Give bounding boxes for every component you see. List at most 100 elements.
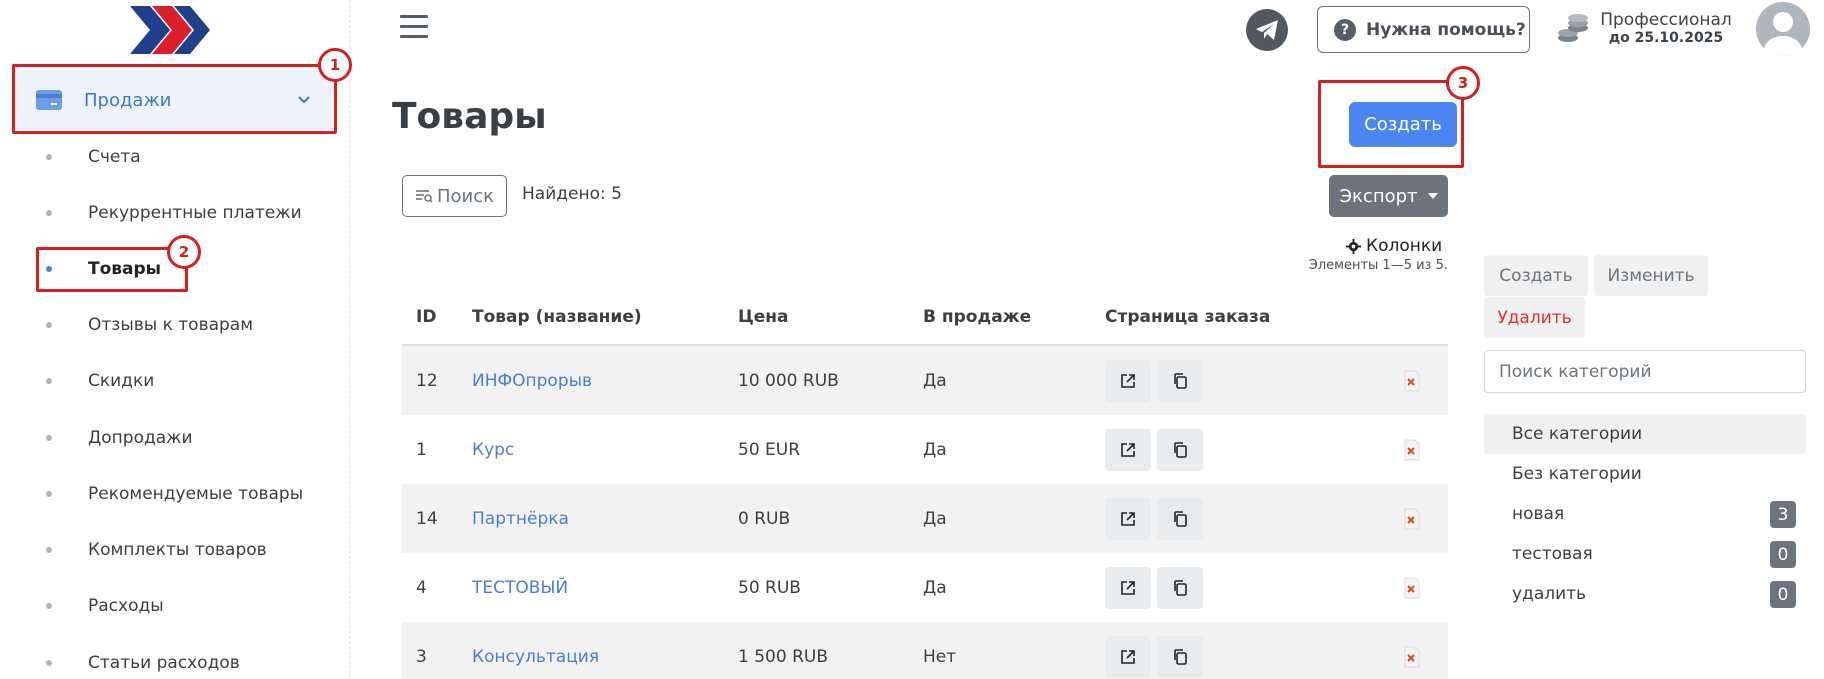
caret-down-icon — [1427, 193, 1438, 199]
cell-id: 1 — [416, 439, 427, 460]
bullet-icon — [46, 210, 52, 216]
cell-id: 4 — [416, 577, 427, 598]
products-table: ID Товар (название) Цена В продаже Стран… — [402, 290, 1448, 679]
create-product-button[interactable]: Создать — [1349, 102, 1457, 147]
cell-on-sale: Да — [923, 370, 947, 391]
category-label: тестовая — [1512, 544, 1593, 564]
product-link[interactable]: Партнёрка — [472, 509, 738, 529]
sidebar-item-invoices[interactable]: Счета — [0, 137, 340, 177]
edit-category-button[interactable]: Изменить — [1594, 255, 1708, 296]
create-category-button[interactable]: Создать — [1484, 255, 1588, 296]
table-row: 1 Курс 50 EUR Да — [402, 415, 1448, 484]
annotation-badge-2: 2 — [167, 235, 201, 269]
telegram-button[interactable] — [1246, 9, 1288, 51]
copy-link-button[interactable] — [1157, 566, 1203, 609]
open-order-page-button[interactable] — [1105, 359, 1151, 402]
logo-icon — [130, 6, 210, 54]
copy-link-button[interactable] — [1157, 359, 1203, 402]
plan-name: Профессионал — [1600, 10, 1732, 30]
sidebar-item-label: Отзывы к товарам — [88, 315, 254, 335]
open-order-page-button[interactable] — [1105, 428, 1151, 471]
export-button[interactable]: Экспорт — [1329, 175, 1448, 217]
category-item-test[interactable]: тестовая 0 — [1484, 534, 1806, 574]
category-label: удалить — [1512, 584, 1587, 604]
copy-icon — [1174, 579, 1187, 596]
sidebar-item-label: Статьи расходов — [88, 653, 240, 673]
annotation-box-2 — [36, 247, 188, 292]
sidebar-item-label: Комплекты товаров — [88, 540, 267, 560]
product-link[interactable]: Курс — [472, 440, 738, 460]
annotation-box-1 — [12, 64, 337, 134]
sidebar-item-expenses[interactable]: Расходы — [0, 586, 340, 626]
category-label: новая — [1512, 504, 1565, 524]
columns-button[interactable]: Колонки — [1346, 236, 1442, 256]
category-search-input[interactable] — [1484, 350, 1806, 393]
annotation-badge-3: 3 — [1446, 66, 1480, 100]
table-row: 4 ТЕСТОВЫЙ 50 RUB Да — [402, 553, 1448, 622]
question-icon: ? — [1334, 18, 1356, 41]
copy-icon — [1174, 372, 1187, 389]
product-link[interactable]: Консультация — [472, 647, 738, 667]
product-link[interactable]: ИНФОпрорыв — [472, 371, 738, 391]
copy-link-button[interactable] — [1157, 428, 1203, 471]
plan-info: Профессионал до 25.10.2025 — [1596, 10, 1736, 46]
delete-icon[interactable] — [1403, 646, 1421, 668]
annotation-badge-1: 1 — [318, 48, 352, 82]
cell-price: 50 RUB — [738, 577, 801, 598]
open-order-page-button[interactable] — [1105, 635, 1151, 678]
column-header-on-sale[interactable]: В продаже — [923, 307, 1105, 327]
hamburger-menu-icon[interactable] — [400, 14, 428, 40]
copy-icon — [1174, 441, 1187, 458]
external-link-icon — [1121, 580, 1135, 595]
table-header: ID Товар (название) Цена В продаже Стран… — [402, 290, 1448, 346]
bullet-icon — [46, 603, 52, 609]
help-button[interactable]: ? Нужна помощь? — [1317, 6, 1530, 53]
search-button-label: Поиск — [436, 185, 494, 207]
bullet-icon — [46, 547, 52, 553]
table-row: 14 Партнёрка 0 RUB Да — [402, 484, 1448, 553]
delete-category-button[interactable]: Удалить — [1484, 297, 1585, 338]
help-button-label: Нужна помощь? — [1366, 19, 1526, 40]
cell-price: 0 RUB — [738, 508, 791, 529]
sidebar-item-expense-articles[interactable]: Статьи расходов — [0, 643, 340, 679]
gear-icon — [1346, 238, 1361, 254]
external-link-icon — [1121, 442, 1135, 457]
category-item-all[interactable]: Все категории — [1484, 414, 1806, 454]
category-item-uncategorized[interactable]: Без категории — [1484, 454, 1806, 494]
external-link-icon — [1121, 649, 1135, 664]
columns-label: Колонки — [1366, 236, 1443, 256]
sidebar-item-bundles[interactable]: Комплекты товаров — [0, 530, 340, 570]
column-header-name[interactable]: Товар (название) — [472, 307, 738, 327]
delete-icon[interactable] — [1403, 577, 1421, 599]
search-button[interactable]: Поиск — [402, 175, 507, 217]
cell-on-sale: Да — [923, 439, 947, 460]
column-header-price[interactable]: Цена — [738, 307, 923, 327]
cell-id: 3 — [416, 646, 427, 667]
delete-icon[interactable] — [1403, 370, 1421, 392]
sidebar-item-upsells[interactable]: Допродажи — [0, 418, 340, 458]
delete-icon[interactable] — [1403, 439, 1421, 461]
product-link[interactable]: ТЕСТОВЫЙ — [472, 578, 738, 598]
sidebar-item-recommended[interactable]: Рекомендуемые товары — [0, 474, 340, 514]
avatar[interactable] — [1756, 2, 1810, 56]
copy-link-button[interactable] — [1157, 497, 1203, 540]
category-item-delete[interactable]: удалить 0 — [1484, 574, 1806, 614]
category-label: Без категории — [1512, 464, 1642, 484]
copy-icon — [1174, 510, 1187, 527]
sidebar-item-reviews[interactable]: Отзывы к товарам — [0, 305, 340, 345]
copy-link-button[interactable] — [1157, 635, 1203, 678]
bullet-icon — [46, 491, 52, 497]
cell-price: 10 000 RUB — [738, 370, 839, 391]
delete-icon[interactable] — [1403, 508, 1421, 530]
column-header-order-page: Страница заказа — [1105, 307, 1271, 327]
sidebar-item-discounts[interactable]: Скидки — [0, 361, 340, 401]
sidebar-item-label: Расходы — [88, 596, 164, 616]
sidebar-item-label: Допродажи — [88, 428, 193, 448]
cell-on-sale: Да — [923, 577, 947, 598]
open-order-page-button[interactable] — [1105, 497, 1151, 540]
category-item-new[interactable]: новая 3 — [1484, 494, 1806, 534]
column-header-id[interactable]: ID — [402, 307, 472, 327]
bullet-icon — [46, 435, 52, 441]
sidebar-item-recurring[interactable]: Рекуррентные платежи — [0, 193, 340, 233]
open-order-page-button[interactable] — [1105, 566, 1151, 609]
